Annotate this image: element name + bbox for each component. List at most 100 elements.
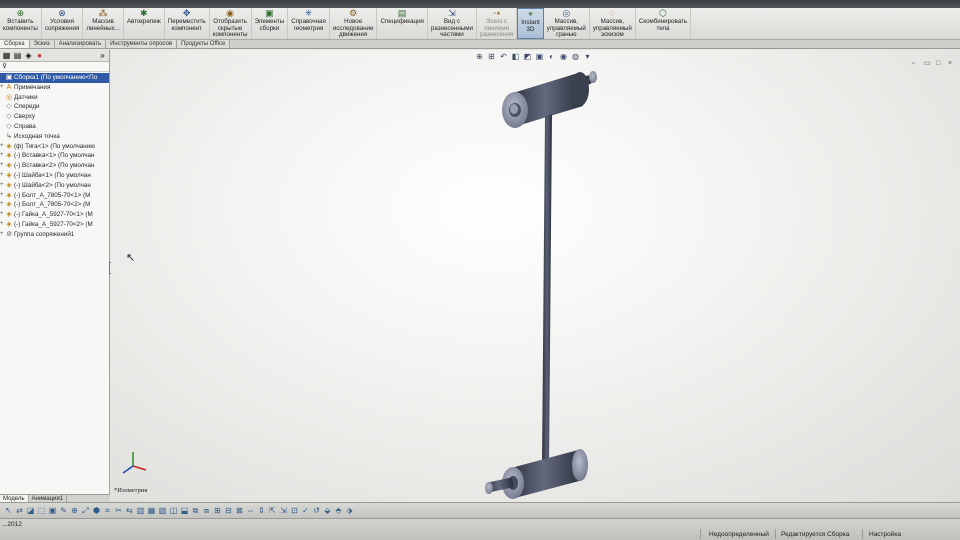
tree-item[interactable]: + ◈ (ф) Тяга<1> (По умолчанию <box>0 142 109 152</box>
toolbar-tool-icon[interactable]: ⬗ <box>345 506 354 515</box>
toolbar-tool-icon[interactable]: ⇔ <box>246 506 255 515</box>
tree-item[interactable]: + ◈ (-) Вставка<1> (По умолчан <box>0 151 109 161</box>
toolbar-tool-icon[interactable]: ✓ <box>301 506 310 515</box>
toolbar-tool-icon[interactable]: ▦ <box>147 506 156 515</box>
toolbar-tool-icon[interactable]: ▣ <box>48 506 57 515</box>
tree-item[interactable]: + A Примечания <box>0 83 109 93</box>
toolbar-tool-icon[interactable]: ▧ <box>158 506 167 515</box>
tree-item[interactable]: ↳ Исходная точка <box>0 132 109 142</box>
tree-item[interactable]: + ◈ (-) Гайка_А_5927-70<1> (М <box>0 210 109 220</box>
toolbar-tool-icon[interactable]: ⧉ <box>191 506 200 515</box>
tree-item[interactable]: ◇ Сверху <box>0 112 109 122</box>
maximize-icon[interactable]: □ <box>936 60 944 67</box>
zoom-to-fit-icon[interactable]: ⊕ <box>475 52 484 61</box>
toolbar-tool-icon[interactable]: ⊟ <box>224 506 233 515</box>
toolbar-tool-icon[interactable]: ⬙ <box>323 506 332 515</box>
view-orientation-icon[interactable]: ◩ <box>523 52 532 61</box>
section-view-icon[interactable]: ◧ <box>511 52 520 61</box>
previous-view-icon[interactable]: ↶ <box>499 52 508 61</box>
motion-study-button[interactable]: ⚙ Новое исследование движения <box>330 8 378 39</box>
toolbar-tool-icon[interactable]: ⌗ <box>103 506 112 515</box>
view-settings-icon[interactable]: ▾ <box>583 52 592 61</box>
toolbar-tool-icon[interactable]: ⇕ <box>257 506 266 515</box>
tree-item[interactable]: + ◈ (-) Шайба<1> (По умолчан <box>0 171 109 181</box>
toolbar-tool-icon[interactable]: ⬓ <box>180 506 189 515</box>
tie-rod-3d-model[interactable] <box>483 68 623 502</box>
toolbar-tool-icon[interactable]: ⇆ <box>125 506 134 515</box>
edit-appearance-icon[interactable]: ◉ <box>559 52 568 61</box>
tab-0[interactable]: Сборка <box>0 40 30 48</box>
units-settings[interactable]: Настройка <box>869 531 901 538</box>
toolbar-tool-icon[interactable]: ⊡ <box>290 506 299 515</box>
toolbar-tool-icon[interactable]: ✂ <box>114 506 123 515</box>
property-manager-tab-icon[interactable]: ▤ <box>13 51 22 60</box>
linear-pattern-button[interactable]: ⁂ Массив линейных... <box>83 8 124 39</box>
part-icon: ◈ <box>6 220 12 228</box>
tab-4[interactable]: Продукты Office <box>177 40 231 48</box>
appearance-tab-icon[interactable]: ● <box>35 51 44 60</box>
tree-item[interactable]: + ◈ (-) Вставка<2> (По умолчан <box>0 161 109 171</box>
tree-item[interactable]: ◇ Справа <box>0 122 109 132</box>
toolbar-tool-icon[interactable]: ✎ <box>59 506 68 515</box>
toolbar-tool-icon[interactable]: ⊠ <box>235 506 244 515</box>
insert-component-button[interactable]: ⊕ Вставить компоненты <box>0 8 42 39</box>
pattern-driven-sketch-button[interactable]: ◌ Массив, управляемый эскизом <box>590 8 636 39</box>
model-tab-1[interactable]: Анимация1 <box>29 495 68 502</box>
exploded-view-button[interactable]: ⇲ Вид с разнесенными частями <box>428 8 477 39</box>
explode-line-sketch-button[interactable]: ⇢ Эскиз с линиями разнесения <box>477 8 518 39</box>
bom-button[interactable]: ▤ Спецификация <box>377 8 428 39</box>
apply-scene-icon[interactable]: ◍ <box>571 52 580 61</box>
toolbar-tool-icon[interactable]: ⇄ <box>15 506 24 515</box>
tab-1[interactable]: Эскиз <box>29 40 55 48</box>
configuration-manager-tab-icon[interactable]: ◈ <box>24 51 33 60</box>
toolbar-tool-icon[interactable]: ⬘ <box>334 506 343 515</box>
close-icon[interactable]: × <box>948 60 956 67</box>
annotations-icon: A <box>6 83 12 91</box>
combine-bodies-button[interactable]: ⬡ Скомбинировать тела <box>636 8 692 39</box>
toolbar-tool-icon[interactable]: ↺ <box>312 506 321 515</box>
move-component-button[interactable]: ✥ Переместить компонент <box>165 8 210 39</box>
toolbar-tool-icon[interactable]: ◫ <box>169 506 178 515</box>
smart-fasteners-button[interactable]: ✱ Автокрепеж <box>124 8 165 39</box>
reference-geometry-button[interactable]: ✳ Справочная геометрия <box>288 8 330 39</box>
tab-2[interactable]: Анализировать <box>54 40 107 48</box>
toolbar-tool-icon[interactable]: ⤢ <box>81 506 90 515</box>
tree-filter[interactable]: ⊽ <box>0 62 109 72</box>
graphics-area[interactable]: ⊕ ⊞ ↶ ◧ ◩ ▣ ◐ ◉ ◍ ▾ ▫ ▭ □ × ↖ *Изометрия <box>111 50 960 502</box>
panel-toolbar: ▦ ▤ ◈ ● » <box>0 50 109 62</box>
toolbar-tool-icon[interactable]: ⬚ <box>37 506 46 515</box>
toolbar-tool-icon[interactable]: ⇲ <box>279 506 288 515</box>
toolbar-tool-icon[interactable]: ▥ <box>136 506 145 515</box>
tree-item[interactable]: + ◈ (-) Шайба<2> (По умолчан <box>0 181 109 191</box>
show-hidden-button[interactable]: ◉ Отобразить скрытые компоненты <box>210 8 252 39</box>
toolbar-tool-icon[interactable]: ⊞ <box>213 506 222 515</box>
instant3d-button[interactable]: ⌖ Instant 3D <box>517 8 544 39</box>
tree-item[interactable]: + ◈ (-) Болт_А_7805-70<2> (М <box>0 200 109 210</box>
hide-show-items-icon[interactable]: ◐ <box>547 52 556 61</box>
assembly-features-button[interactable]: ▣ Элементы сборки <box>252 8 289 39</box>
model-tab-0[interactable]: Модель <box>0 495 29 502</box>
feature-manager-tab-icon[interactable]: ▦ <box>2 51 11 60</box>
toolbar-tool-icon[interactable]: ⬢ <box>92 506 101 515</box>
restore-icon[interactable]: ▫ <box>912 60 920 67</box>
tree-item[interactable]: ◇ Спереди <box>0 102 109 112</box>
tree-item[interactable]: + ⊘ Группа сопряжений1 <box>0 230 109 240</box>
expand-arrow-icon[interactable]: » <box>98 51 107 60</box>
toolbar-tool-icon[interactable]: ◪ <box>26 506 35 515</box>
tree-item[interactable]: ◎ Датчики <box>0 93 109 103</box>
pattern-driven-face-button[interactable]: ◎ Массив, управляемый гранью <box>544 8 590 39</box>
tree-item[interactable]: + ◈ (-) Болт_А_7805-70<1> (М <box>0 191 109 201</box>
minimize-icon[interactable]: ▭ <box>924 60 932 67</box>
toolbar-tool-icon[interactable]: ↖ <box>4 506 13 515</box>
toolbar-tool-icon[interactable]: ⇱ <box>268 506 277 515</box>
toolbar-tool-icon[interactable]: ⧈ <box>202 506 211 515</box>
tree-item[interactable]: + ◈ (-) Гайка_А_5927-70<2> (М <box>0 220 109 230</box>
tree-root[interactable]: + ▣ Сборка1 (По умолчанию<По <box>0 73 109 83</box>
zoom-to-area-icon[interactable]: ⊞ <box>487 52 496 61</box>
display-style-icon[interactable]: ▣ <box>535 52 544 61</box>
status-divider <box>700 529 701 539</box>
tab-3[interactable]: Инструменты опросов <box>106 40 178 48</box>
mate-button[interactable]: ⊗ Условия сопряжения <box>42 8 84 39</box>
toolbar-tool-icon[interactable]: ⊕ <box>70 506 79 515</box>
heads-up-view-toolbar: ⊕ ⊞ ↶ ◧ ◩ ▣ ◐ ◉ ◍ ▾ <box>475 52 592 61</box>
